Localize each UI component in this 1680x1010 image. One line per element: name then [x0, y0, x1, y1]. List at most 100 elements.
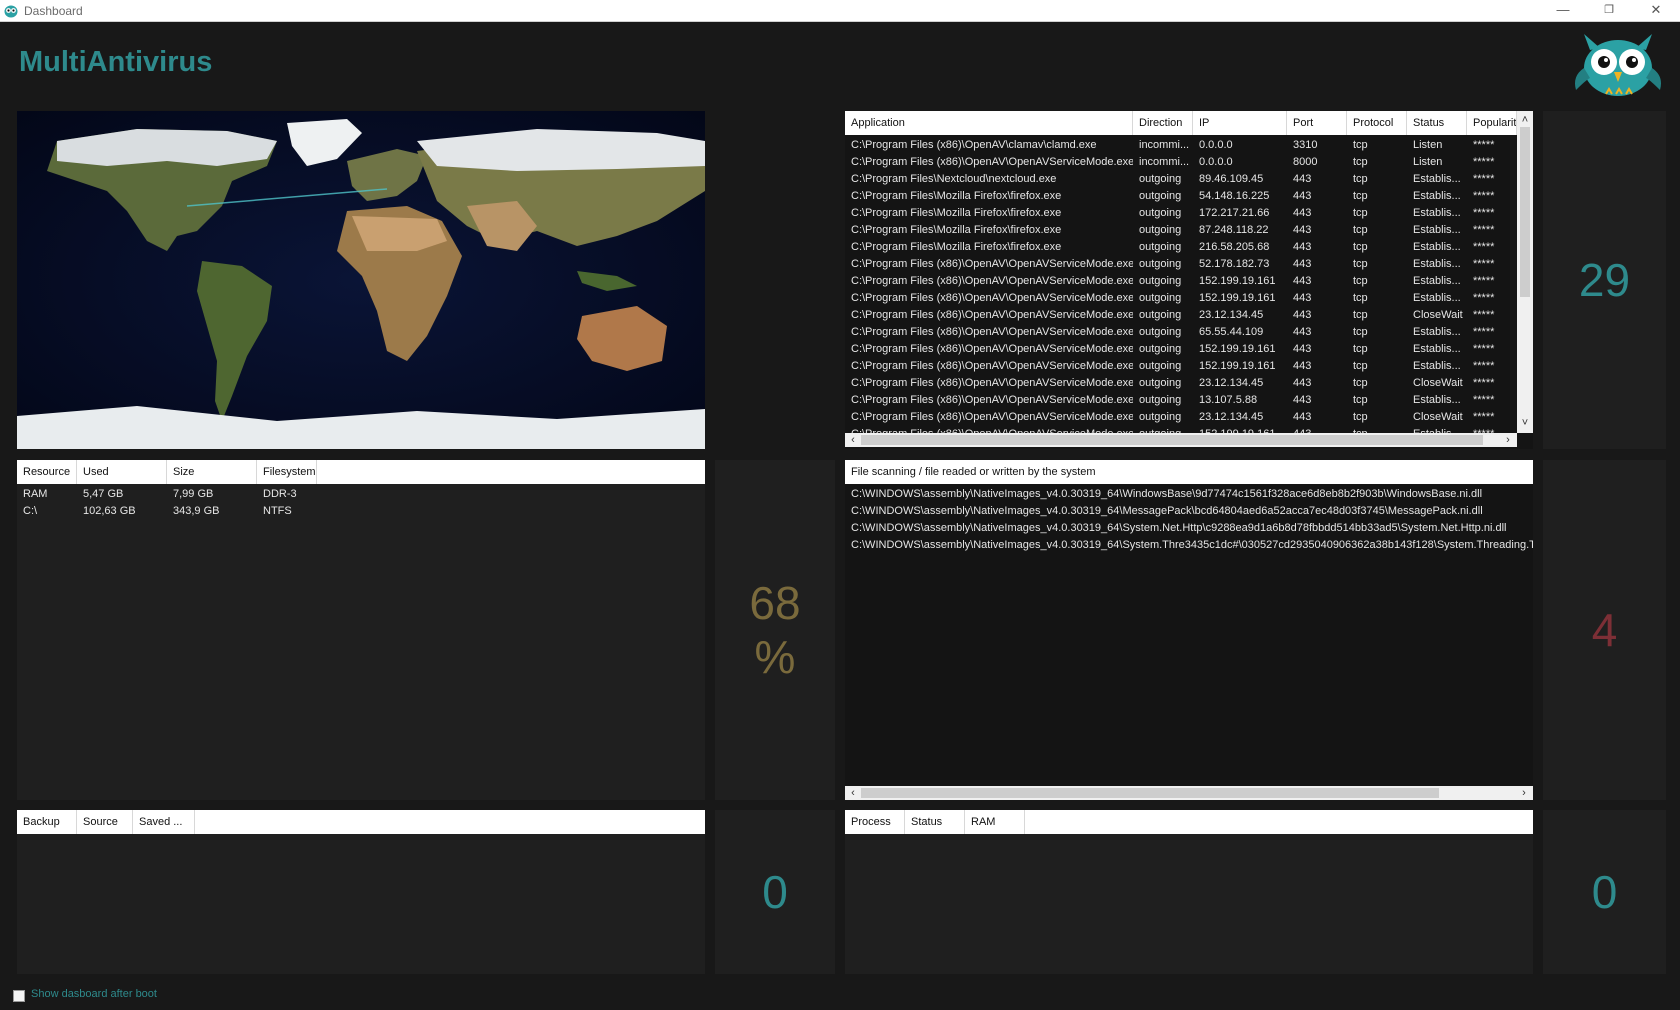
table-cell: C:\Program Files\Mozilla Firefox\firefox… [851, 190, 1062, 202]
file-scanning-horizontal-scrollbar[interactable]: ‹ › [845, 786, 1533, 800]
list-item[interactable]: C:\WINDOWS\assembly\NativeImages_v4.0.30… [845, 503, 1533, 520]
table-row[interactable]: C:\Program Files (x86)\OpenAV\OpenAVServ… [845, 307, 1517, 324]
list-item[interactable]: C:\WINDOWS\assembly\NativeImages_v4.0.30… [845, 520, 1533, 537]
col-resource[interactable]: Resource [17, 460, 77, 484]
col-port[interactable]: Port [1287, 111, 1347, 135]
table-cell: ***** [1473, 394, 1495, 406]
col-application[interactable]: Application [845, 111, 1133, 135]
close-button[interactable]: ✕ [1634, 0, 1678, 22]
backup-table[interactable]: Backup Source Saved ... [17, 810, 705, 974]
horizontal-scroll-thumb[interactable] [861, 788, 1439, 798]
table-cell: 216.58.205.68 [1199, 241, 1270, 253]
col-ram[interactable]: RAM [965, 810, 1025, 834]
table-cell: 443 [1293, 224, 1312, 236]
list-item[interactable]: C:\WINDOWS\assembly\NativeImages_v4.0.30… [845, 486, 1533, 503]
connections-vertical-scrollbar[interactable]: ˄ ˅ [1517, 111, 1533, 433]
table-row[interactable]: C:\Program Files (x86)\OpenAV\OpenAVServ… [845, 392, 1517, 409]
table-cell: ***** [1473, 326, 1495, 338]
file-scanning-title: File scanning / file readed or written b… [851, 466, 1096, 478]
col-used[interactable]: Used [77, 460, 167, 484]
vertical-scroll-thumb[interactable] [1520, 127, 1530, 297]
col-saved[interactable]: Saved ... [133, 810, 195, 834]
table-cell: Listen [1413, 156, 1443, 168]
table-row[interactable]: C:\Program Files (x86)\OpenAV\OpenAVServ… [845, 409, 1517, 426]
restore-button[interactable]: ❐ [1587, 0, 1631, 22]
table-row[interactable]: C:\Program Files\Mozilla Firefox\firefox… [845, 188, 1517, 205]
table-cell: 23.12.134.45 [1199, 377, 1264, 389]
col-size[interactable]: Size [167, 460, 257, 484]
table-row[interactable]: RAM 5,47 GB 7,99 GB DDR-3 [17, 486, 705, 503]
table-cell: 102,63 GB [83, 505, 136, 517]
col-source[interactable]: Source [77, 810, 133, 834]
table-cell: ***** [1473, 258, 1495, 270]
connections-count: 29 [1578, 254, 1631, 306]
table-cell: tcp [1353, 173, 1368, 185]
table-cell: 443 [1293, 326, 1312, 338]
table-row[interactable]: C:\Program Files (x86)\OpenAV\OpenAVServ… [845, 426, 1517, 433]
table-cell: 152.199.19.161 [1193, 426, 1287, 433]
table-cell: 5,47 GB [83, 488, 124, 500]
table-row[interactable]: C:\Program Files\Mozilla Firefox\firefox… [845, 205, 1517, 222]
table-cell: ***** [1473, 156, 1495, 168]
table-row[interactable]: C:\ 102,63 GB 343,9 GB NTFS [17, 503, 705, 520]
resources-table[interactable]: Resource Used Size Filesystem RAM 5,47 GB… [17, 460, 705, 800]
table-row[interactable]: C:\Program Files\Mozilla Firefox\firefox… [845, 222, 1517, 239]
col-direction[interactable]: Direction [1133, 111, 1193, 135]
owl-app-icon [4, 5, 18, 18]
minimize-button[interactable]: — [1541, 0, 1585, 22]
scan-count-tile: 4 [1543, 460, 1666, 800]
connections-horizontal-scrollbar[interactable]: ‹ › [845, 433, 1517, 447]
table-cell: tcp [1353, 275, 1368, 287]
scroll-left-arrow-icon[interactable]: ‹ [846, 786, 860, 800]
col-process-status[interactable]: Status [905, 810, 965, 834]
table-row[interactable]: C:\Program Files (x86)\OpenAV\OpenAVServ… [845, 324, 1517, 341]
scroll-right-arrow-icon[interactable]: › [1517, 786, 1531, 800]
world-map[interactable] [17, 111, 705, 449]
col-status[interactable]: Status [1407, 111, 1467, 135]
table-cell: ***** [1473, 173, 1495, 185]
table-row[interactable]: C:\Program Files (x86)\OpenAV\clamav\cla… [845, 137, 1517, 154]
scroll-down-arrow-icon[interactable]: ˅ [1518, 416, 1532, 430]
table-row[interactable]: C:\Program Files (x86)\OpenAV\OpenAVServ… [845, 375, 1517, 392]
show-dashboard-label[interactable]: Show dasboard after boot [31, 988, 157, 1000]
file-scanning-list[interactable]: File scanning / file readed or written b… [845, 460, 1533, 800]
scroll-right-arrow-icon[interactable]: › [1501, 433, 1515, 447]
table-cell: 443 [1293, 241, 1312, 253]
scan-count: 4 [1591, 604, 1618, 656]
table-cell: Listen [1413, 139, 1443, 151]
table-row[interactable]: C:\Program Files (x86)\OpenAV\OpenAVServ… [845, 273, 1517, 290]
col-filesystem[interactable]: Filesystem [257, 460, 317, 484]
connections-table[interactable]: Application Direction IP Port Protocol S… [845, 111, 1533, 449]
table-cell: C:\Program Files (x86)\OpenAV\OpenAVServ… [851, 258, 1133, 270]
table-row[interactable]: C:\Program Files (x86)\OpenAV\OpenAVServ… [845, 358, 1517, 375]
table-cell: C:\Program Files (x86)\OpenAV\OpenAVServ… [851, 411, 1133, 423]
col-popularity[interactable]: Popularity [1467, 111, 1517, 135]
show-dashboard-checkbox[interactable] [13, 990, 25, 1002]
table-cell: RAM [23, 488, 48, 500]
col-ip[interactable]: IP [1193, 111, 1287, 135]
table-cell: ***** [1473, 241, 1495, 253]
table-cell: outgoing [1139, 275, 1182, 287]
backup-header: Backup Source Saved ... [17, 810, 705, 834]
table-cell: Establis... [1413, 241, 1461, 253]
table-cell: Establis... [1413, 360, 1461, 372]
scroll-left-arrow-icon[interactable]: ‹ [846, 433, 860, 447]
col-process[interactable]: Process [845, 810, 905, 834]
table-row[interactable]: C:\Program Files\Mozilla Firefox\firefox… [845, 239, 1517, 256]
table-cell: C:\Program Files\Mozilla Firefox\firefox… [851, 207, 1062, 219]
table-cell: outgoing [1139, 394, 1182, 406]
horizontal-scroll-thumb[interactable] [861, 435, 1483, 445]
processes-table[interactable]: Process Status RAM [845, 810, 1533, 974]
table-cell: Establis... [1413, 326, 1461, 338]
table-row[interactable]: C:\Program Files\Nextcloud\nextcloud.exe… [845, 171, 1517, 188]
table-row[interactable]: C:\Program Files (x86)\OpenAV\OpenAVServ… [845, 256, 1517, 273]
table-row[interactable]: C:\Program Files (x86)\OpenAV\OpenAVServ… [845, 290, 1517, 307]
list-item[interactable]: C:\WINDOWS\assembly\NativeImages_v4.0.30… [845, 537, 1533, 554]
resource-percent-value: 68 [749, 577, 801, 629]
table-row[interactable]: C:\Program Files (x86)\OpenAV\OpenAVServ… [845, 341, 1517, 358]
table-row[interactable]: C:\Program Files (x86)\OpenAV\OpenAVServ… [845, 154, 1517, 171]
table-cell: 65.55.44.109 [1199, 326, 1264, 338]
col-backup[interactable]: Backup [17, 810, 77, 834]
col-protocol[interactable]: Protocol [1347, 111, 1407, 135]
scroll-up-arrow-icon[interactable]: ˄ [1518, 113, 1532, 127]
